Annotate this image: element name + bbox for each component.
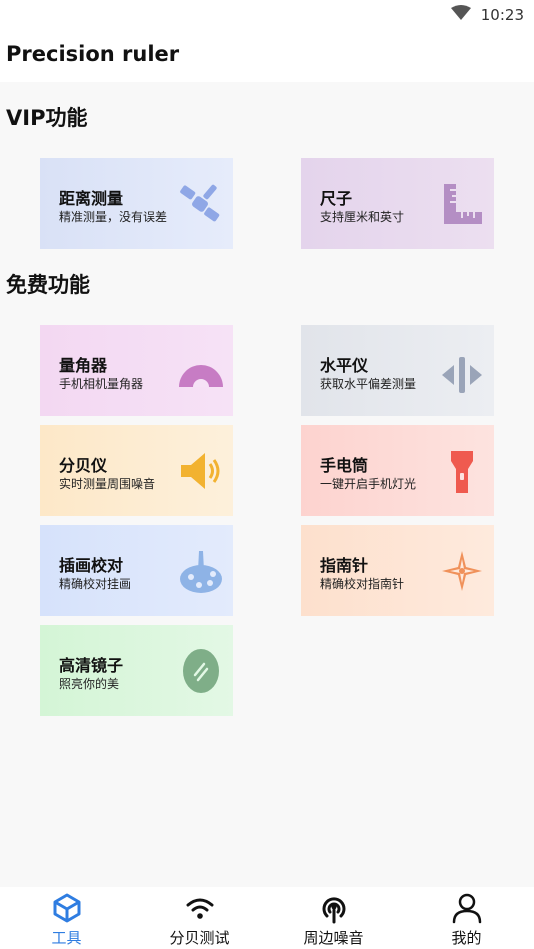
mirror-icon [177, 647, 225, 695]
free-section-title: 免费功能 [6, 273, 90, 297]
ruler-icon [438, 180, 486, 228]
decibel-meter-card[interactable]: 分贝仪 实时测量周围噪音 [40, 425, 233, 516]
nav-tools[interactable]: 工具 [0, 887, 133, 949]
card-title: 高清镜子 [59, 656, 124, 675]
cube-icon [51, 892, 83, 924]
card-subtitle: 一键开启手机灯光 [320, 477, 417, 491]
painting-align-card[interactable]: 插画校对 精确校对挂画 [40, 525, 233, 616]
card-title: 分贝仪 [59, 456, 108, 475]
card-subtitle: 精准测量，没有误差 [59, 210, 168, 224]
card-subtitle: 实时测量周围噪音 [59, 477, 156, 491]
speaker-icon [177, 447, 225, 495]
page-title: Precision ruler [6, 42, 180, 66]
card-subtitle: 精确校对指南针 [320, 577, 405, 591]
card-title: 手电筒 [320, 456, 369, 475]
app-header: Precision ruler [0, 30, 534, 82]
card-subtitle: 手机相机量角器 [59, 377, 144, 391]
card-title: 距离测量 [59, 189, 124, 208]
wifi-icon [184, 892, 216, 924]
flashlight-card[interactable]: 手电筒 一键开启手机灯光 [301, 425, 494, 516]
protractor-icon [177, 347, 225, 395]
distance-measure-card[interactable]: 距离测量 精准测量，没有误差 [40, 158, 233, 249]
vip-section-title: VIP功能 [6, 106, 88, 130]
status-time: 10:23 [480, 6, 524, 24]
card-title: 插画校对 [59, 556, 124, 575]
mirror-card[interactable]: 高清镜子 照亮你的美 [40, 625, 233, 716]
card-subtitle: 精确校对挂画 [59, 577, 132, 591]
card-title: 指南针 [320, 556, 369, 575]
status-bar: 10:23 [0, 0, 534, 30]
level-icon [438, 347, 486, 395]
nav-label: 工具 [51, 929, 82, 947]
level-card[interactable]: 水平仪 获取水平偏差测量 [301, 325, 494, 416]
nav-label: 我的 [451, 929, 482, 947]
bottom-nav: 工具 分贝测试 周边噪音 我的 [0, 887, 534, 949]
satellite-icon [177, 180, 225, 228]
nav-profile[interactable]: 我的 [400, 887, 533, 949]
nav-ambient-noise[interactable]: 周边噪音 [267, 887, 400, 949]
broadcast-icon [318, 892, 350, 924]
compass-card[interactable]: 指南针 精确校对指南针 [301, 525, 494, 616]
ruler-card[interactable]: 尺子 支持厘米和英寸 [301, 158, 494, 249]
flashlight-icon [438, 447, 486, 495]
wifi-icon [450, 5, 472, 21]
card-title: 水平仪 [320, 356, 369, 375]
card-subtitle: 支持厘米和英寸 [320, 210, 405, 224]
card-subtitle: 照亮你的美 [59, 677, 120, 691]
card-title: 尺子 [320, 189, 353, 208]
nav-decibel-test[interactable]: 分贝测试 [133, 887, 266, 949]
nav-label: 分贝测试 [169, 929, 230, 947]
card-subtitle: 获取水平偏差测量 [320, 377, 417, 391]
palette-icon [177, 547, 225, 595]
compass-icon [438, 547, 486, 595]
card-title: 量角器 [59, 356, 108, 375]
protractor-card[interactable]: 量角器 手机相机量角器 [40, 325, 233, 416]
user-icon [451, 892, 483, 924]
nav-label: 周边噪音 [303, 929, 364, 947]
